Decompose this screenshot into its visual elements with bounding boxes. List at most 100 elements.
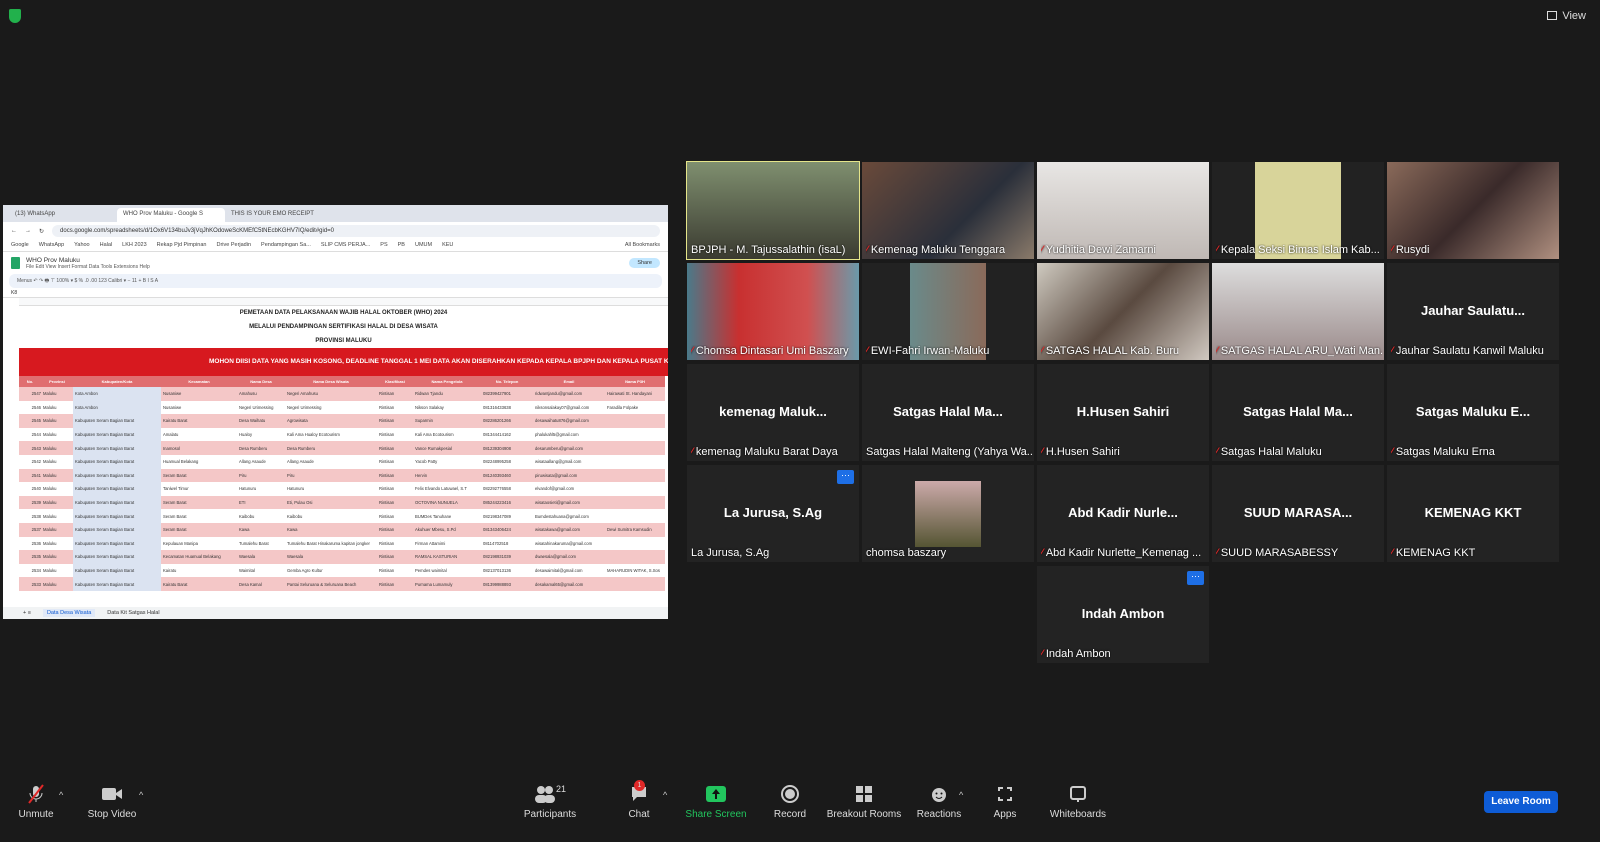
bookmark-item[interactable]: Google [11,242,29,249]
table-cell[interactable]: 081316433638 [481,401,533,415]
leave-room-button[interactable]: Leave Room [1484,791,1558,813]
table-cell[interactable]: desakamal65@gmail.com [533,577,605,591]
table-cell[interactable]: Rintisan [377,482,413,496]
participant-tile[interactable]: ⁄ EWI-Fahri Irwan-Maluku [862,263,1034,360]
table-cell[interactable]: Kabupaten Seram Bagian Barat [73,495,161,510]
table-cell[interactable]: 2533 [19,577,41,591]
table-cell[interactable]: Rintisan [377,495,413,510]
table-cell[interactable]: Rintisan [377,428,413,442]
table-cell[interactable]: Seram Barat [161,522,237,537]
table-cell[interactable]: Ridwan Tjandu [413,387,481,401]
table-cell[interactable]: Rintisan [377,387,413,401]
table-cell[interactable]: Dewi Sumitra Kamsudin [605,522,665,537]
participants-button[interactable]: 21 Participants [520,784,580,820]
table-cell[interactable]: Pantai Seluruana & Seluruana Beach [285,577,377,591]
table-cell[interactable]: 085244223416 [481,495,533,510]
table-cell[interactable]: 082286201266 [481,414,533,428]
table-cell[interactable]: Allang Asaude [237,455,285,469]
reactions-button[interactable]: Reactions [914,784,964,820]
table-cell[interactable]: Desa Kamal [237,577,285,591]
table-cell[interactable]: 2542 [19,455,41,469]
table-cell[interactable]: Hervin [413,468,481,483]
table-cell[interactable]: wisataosieti@gmail.com [533,495,605,510]
table-cell[interactable]: Rintisan [377,550,413,564]
bookmark-item[interactable]: UMUM [415,242,432,249]
participant-tile[interactable]: KEMENAG KKT ⁄ KEMENAG KKT [1387,465,1559,562]
table-cell[interactable]: 082137013136 [481,564,533,578]
table-cell[interactable]: desawaihatu876@gmail.com [533,414,605,428]
table-cell[interactable]: 2537 [19,522,41,537]
breakout-rooms-button[interactable]: Breakout Rooms [826,784,902,820]
table-cell[interactable]: desarumberu@gmail.com [533,441,605,455]
table-cell[interactable]: 2546 [19,401,41,415]
participant-tile[interactable]: ⁄ Yudhitia Dewi Zamarni [1037,162,1209,259]
url-input[interactable]: docs.google.com/spreadsheets/d/1Ox6V134b… [52,225,660,237]
table-cell[interactable] [605,414,665,428]
table-cell[interactable]: Rintisan [377,564,413,578]
table-cell[interactable]: Maluku [41,428,73,442]
participant-tile[interactable]: Abd Kadir Nurle... ⁄ Abd Kadir Nurlette_Ke… [1037,465,1209,562]
table-cell[interactable]: Kairatu Barat [161,577,237,591]
table-cell[interactable]: Rintisan [377,577,413,591]
participant-tile[interactable]: La Jurusa, S.Ag ··· La Jurusa, S.Ag [687,465,859,562]
participant-tile[interactable]: Indah Ambon ··· ⁄ Indah Ambon [1037,566,1209,663]
table-cell[interactable]: Tumalehu Barat Hinakaruma kapitan jongke… [285,537,377,551]
bookmark-item[interactable]: SLIP CMS PERJA... [321,242,370,249]
table-cell[interactable]: dwaesala@gmail.com [533,550,605,564]
table-cell[interactable]: Felix Elvando Latuwael, S.T [413,482,481,496]
table-cell[interactable]: Huamual Belakang [161,455,237,469]
table-cell[interactable]: 2543 [19,441,41,455]
table-cell[interactable]: OCTOVINA NUNUELA [413,495,481,510]
table-cell[interactable]: Maluku [41,401,73,415]
more-options-button[interactable]: ··· [837,470,854,484]
table-cell[interactable]: Taniwel Timur [161,482,237,496]
participant-tile[interactable]: ⁄ Chomsa Dintasari Umi Baszary [687,263,859,360]
participant-tile[interactable]: Satgas Halal Ma... ⁄ Satgas Halal Maluku [1212,364,1384,461]
table-cell[interactable] [605,455,665,469]
table-cell[interactable]: Rintisan [377,468,413,483]
table-cell[interactable]: Kabupaten Seram Bagian Barat [73,482,161,496]
sheet-toolbar[interactable]: Menus ↶ ↷ 🖶 ⊤ 100% ▾ $ % .0 .00 123 Cali… [9,274,662,288]
bookmark-item[interactable]: PB [398,242,405,249]
back-icon[interactable]: ← [11,228,17,234]
table-cell[interactable]: Hairawati St. Handayani [605,387,665,401]
table-cell[interactable]: Kabupaten Seram Bagian Barat [73,468,161,483]
table-cell[interactable]: Kawa [237,522,285,537]
bookmark-item[interactable]: Halal [100,242,113,249]
table-cell[interactable]: Kawa [285,522,377,537]
table-cell[interactable]: Firman Attamimi [413,537,481,551]
table-cell[interactable]: Piru [285,468,377,483]
table-cell[interactable]: Maluku [41,482,73,496]
table-cell[interactable]: Akuhuer Mbesu, S.Pd [413,522,481,537]
table-cell[interactable]: Maluku [41,564,73,578]
table-cell[interactable]: Rintisan [377,441,413,455]
table-cell[interactable]: Maluku [41,522,73,537]
table-cell[interactable]: 2534 [19,564,41,578]
sheet-tab[interactable]: Data Kit Satgas Halal [107,609,159,617]
table-cell[interactable]: 2539 [19,495,41,510]
table-cell[interactable]: Rintisan [377,537,413,551]
table-cell[interactable] [605,509,665,523]
table-cell[interactable]: 2541 [19,468,41,483]
table-cell[interactable]: Nikson Salakay [413,401,481,415]
bookmark-item[interactable]: Drive Perjadin [216,242,251,249]
document-title[interactable]: WHO Prov Maluku [26,257,150,264]
participant-tile[interactable]: SUUD MARASA... ⁄ SUUD MARASABESSY [1212,465,1384,562]
participant-tile[interactable]: kemenag Maluk... ⁄ kemenag Maluku Barat Da… [687,364,859,461]
table-cell[interactable]: Hatunuru [237,482,285,496]
chat-button[interactable]: 1 Chat [624,780,654,820]
table-cell[interactable]: Maluku [41,550,73,564]
reactions-options-caret[interactable]: ^ [959,790,963,800]
table-cell[interactable]: 081399988893 [481,577,533,591]
participant-tile[interactable]: ⁄ Kemenag Maluku Tenggara [862,162,1034,259]
table-cell[interactable]: phalukahl5@gmail.com [533,428,605,442]
table-cell[interactable]: 082248995258 [481,455,533,469]
table-cell[interactable]: Kabupaten Seram Bagian Barat [73,522,161,537]
table-cell[interactable]: Amalatu [161,428,237,442]
table-cell[interactable]: Maluku [41,468,73,483]
table-cell[interactable]: Kabupaten Seram Bagian Barat [73,441,161,455]
table-cell[interactable]: Kabupaten Seram Bagian Barat [73,536,161,551]
table-cell[interactable]: RAMSAL KASTURIAN [413,550,481,564]
table-cell[interactable]: Waesala [237,550,285,564]
table-cell[interactable]: 082292776558 [481,482,533,496]
